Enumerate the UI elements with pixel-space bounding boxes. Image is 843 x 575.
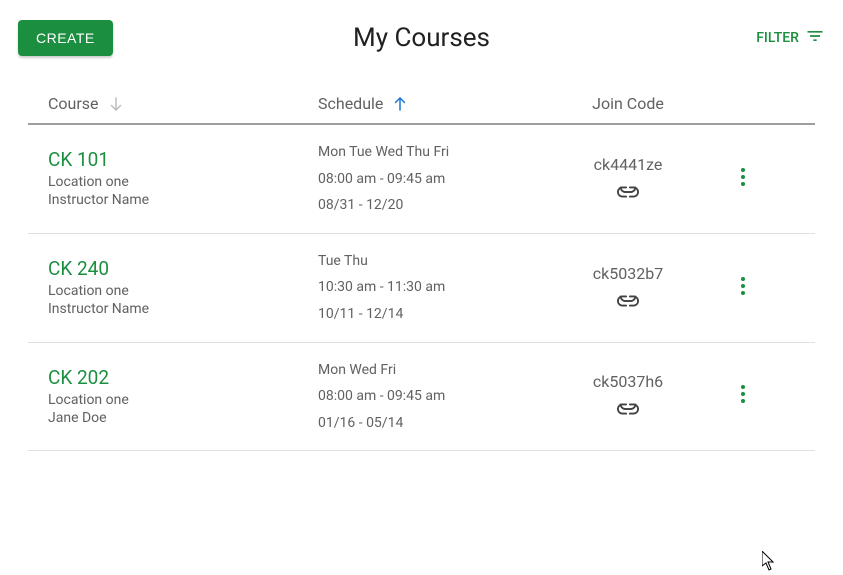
course-instructor: Instructor Name <box>48 300 318 318</box>
join-code-cell: ck5037h6 <box>538 372 718 420</box>
join-code-text: ck4441ze <box>538 155 718 174</box>
schedule-time: 10:30 am - 11:30 am <box>318 274 538 301</box>
more-vert-icon <box>740 172 746 191</box>
course-location: Location one <box>48 173 318 191</box>
column-header-course-label: Course <box>48 94 99 113</box>
schedule-days: Tue Thu <box>318 248 538 275</box>
schedule-days: Mon Wed Fri <box>318 357 538 384</box>
course-cell: CK 101 Location one Instructor Name <box>28 148 318 209</box>
table-row: CK 101 Location one Instructor Name Mon … <box>28 125 815 234</box>
page-header: CREATE My Courses FILTER <box>0 0 843 76</box>
table-header: Course Schedule Join Code <box>28 76 815 125</box>
course-cell: CK 240 Location one Instructor Name <box>28 257 318 318</box>
filter-label: FILTER <box>756 30 799 46</box>
schedule-cell: Tue Thu 10:30 am - 11:30 am 10/11 - 12/1… <box>318 248 538 328</box>
course-title[interactable]: CK 202 <box>48 366 318 389</box>
course-title[interactable]: CK 240 <box>48 257 318 280</box>
more-vert-icon <box>740 281 746 300</box>
course-location: Location one <box>48 282 318 300</box>
schedule-cell: Mon Wed Fri 08:00 am - 09:45 am 01/16 - … <box>318 357 538 437</box>
link-icon <box>617 293 639 312</box>
column-header-schedule-label: Schedule <box>318 94 383 113</box>
column-header-join-code[interactable]: Join Code <box>538 94 718 113</box>
schedule-days: Mon Tue Wed Thu Fri <box>318 139 538 166</box>
join-code-cell: ck5032b7 <box>538 264 718 312</box>
create-button[interactable]: CREATE <box>18 20 113 56</box>
join-code-text: ck5037h6 <box>538 372 718 391</box>
arrow-down-icon <box>107 95 125 113</box>
row-menu-button[interactable] <box>740 167 746 191</box>
course-instructor: Instructor Name <box>48 191 318 209</box>
column-header-join-code-label: Join Code <box>592 94 664 113</box>
column-header-course[interactable]: Course <box>28 94 318 113</box>
course-location: Location one <box>48 391 318 409</box>
filter-icon <box>805 26 825 50</box>
copy-link-button[interactable] <box>538 184 718 203</box>
copy-link-button[interactable] <box>538 293 718 312</box>
course-title[interactable]: CK 101 <box>48 148 318 171</box>
join-code-cell: ck4441ze <box>538 155 718 203</box>
schedule-time: 08:00 am - 09:45 am <box>318 166 538 193</box>
schedule-dates: 10/11 - 12/14 <box>318 301 538 328</box>
table-row: CK 202 Location one Jane Doe Mon Wed Fri… <box>28 343 815 452</box>
courses-table: Course Schedule Join Code CK 101 Locatio… <box>0 76 843 451</box>
schedule-time: 08:00 am - 09:45 am <box>318 383 538 410</box>
cursor-icon <box>762 551 776 575</box>
row-menu-button[interactable] <box>740 384 746 408</box>
filter-button[interactable]: FILTER <box>756 26 825 50</box>
course-cell: CK 202 Location one Jane Doe <box>28 366 318 427</box>
course-instructor: Jane Doe <box>48 409 318 427</box>
copy-link-button[interactable] <box>538 401 718 420</box>
row-menu-button[interactable] <box>740 276 746 300</box>
join-code-text: ck5032b7 <box>538 264 718 283</box>
schedule-dates: 01/16 - 05/14 <box>318 410 538 437</box>
link-icon <box>617 401 639 420</box>
link-icon <box>617 184 639 203</box>
page-title: My Courses <box>353 23 490 53</box>
schedule-dates: 08/31 - 12/20 <box>318 192 538 219</box>
more-vert-icon <box>740 389 746 408</box>
table-row: CK 240 Location one Instructor Name Tue … <box>28 234 815 343</box>
arrow-up-icon <box>391 95 409 113</box>
column-header-schedule[interactable]: Schedule <box>318 94 538 113</box>
schedule-cell: Mon Tue Wed Thu Fri 08:00 am - 09:45 am … <box>318 139 538 219</box>
